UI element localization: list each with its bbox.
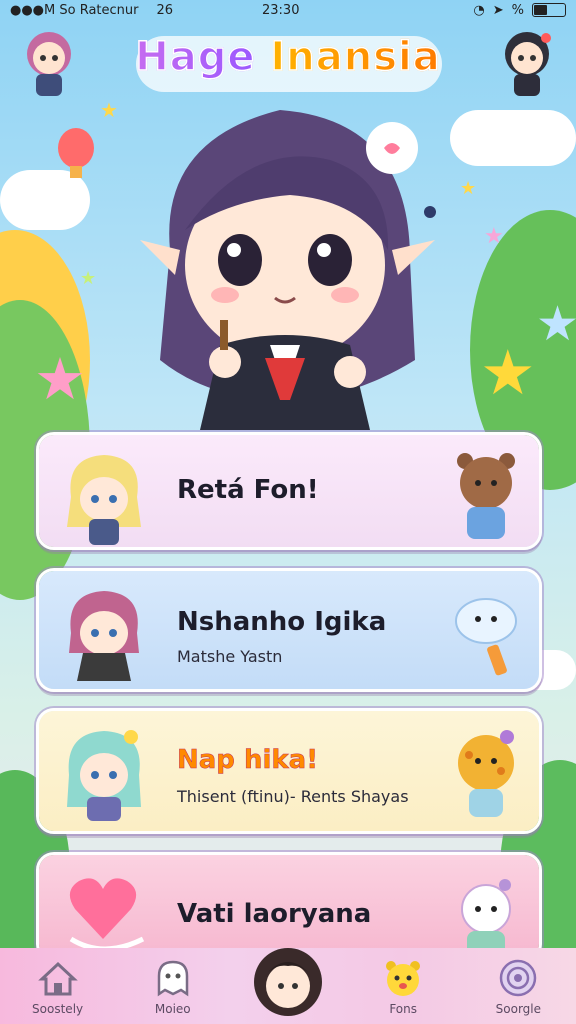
teal-hair-girl-icon (67, 730, 141, 821)
nav-item-home[interactable]: Soostely (8, 948, 108, 1016)
nav-item-ghost[interactable]: Moieo (123, 948, 223, 1016)
card-3-title: Nap hika! (177, 745, 319, 776)
card-2-subtitle: Matshe Yastn (177, 647, 283, 666)
cloud-character-icon (455, 598, 517, 676)
nav-item-swirl[interactable]: Soorgle (468, 948, 568, 1016)
chibi-hero-icon (140, 110, 436, 430)
title-part1: Hage (134, 33, 256, 81)
nav-label-swirl: Soorgle (495, 1002, 542, 1016)
balloon-icon (58, 128, 94, 178)
card-3-subtitle: Thisent (ftinu)- Rents Shayas (177, 787, 409, 806)
nav-label-ghost: Moieo (154, 1002, 191, 1016)
clock: 23:30 (262, 2, 300, 18)
card-2-title: Nshanho Igika (177, 607, 387, 637)
carrier-label: ●●●M So Ratecnur (10, 2, 139, 18)
cat-character-icon (458, 730, 514, 817)
nav-item-avatar[interactable] (238, 938, 338, 1018)
menu-card-2[interactable]: Nshanho Igika Matshe Yastn (36, 568, 542, 692)
location-icon: ➤ (492, 2, 504, 18)
avatar-icon (252, 946, 324, 1018)
battery-percent: % (511, 2, 524, 18)
pink-hair-girl-icon (69, 591, 139, 681)
card-1-title: Retá Fon! (177, 475, 319, 505)
wifi-icon: ◔ (473, 2, 485, 18)
nav-label-home: Soostely (32, 1002, 84, 1016)
signal-label: 26 (156, 2, 174, 18)
swirl-icon (495, 956, 541, 1000)
status-bar: ●●●M So Ratecnur 26 23:30 ◔ ➤ % (0, 0, 576, 20)
title-part2: Inansia (270, 33, 441, 81)
ghost-icon (150, 956, 196, 1000)
heart-icon (69, 878, 145, 952)
bear-character-icon (457, 453, 515, 539)
nav-label-pets: Fons (389, 1002, 417, 1016)
bottom-navigation: Soostely Moieo Fons Soorgle (0, 948, 576, 1024)
battery-icon (532, 3, 566, 17)
app-title: Hage Inansia (0, 33, 576, 81)
blonde-girl-icon (67, 455, 141, 545)
chibi-girl-icon (27, 32, 71, 96)
menu-card-1[interactable]: Retá Fon! (36, 432, 542, 550)
home-icon (35, 956, 81, 1000)
chibi-girl-icon (505, 32, 551, 96)
card-4-title: Vati laoryana (177, 899, 372, 929)
profile-avatar-left[interactable] (18, 26, 80, 100)
profile-avatar-right[interactable] (496, 26, 558, 100)
nav-item-pets[interactable]: Fons (353, 948, 453, 1016)
menu-card-3[interactable]: Nap hika! Thisent (ftinu)- Rents Shayas (36, 708, 542, 834)
hero-character[interactable] (130, 100, 440, 430)
pet-icon (380, 956, 426, 1000)
